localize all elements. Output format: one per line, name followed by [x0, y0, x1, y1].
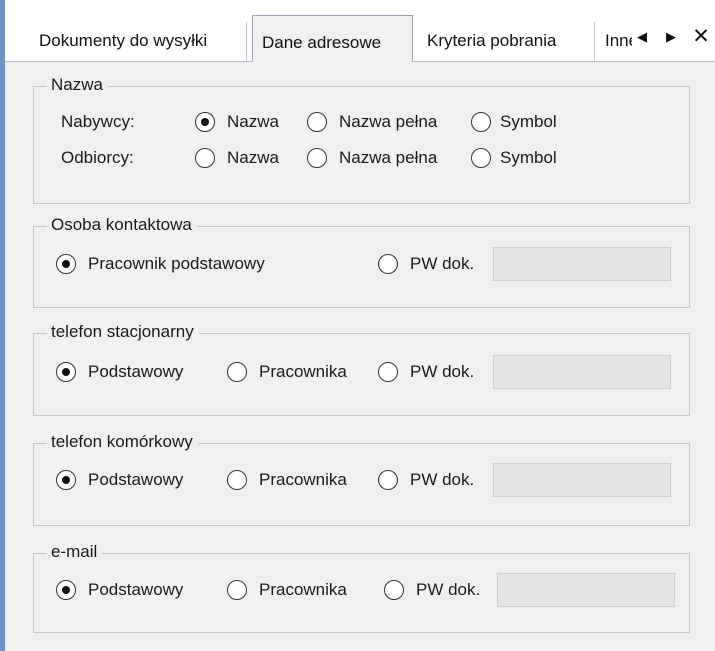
- tab-strip: Dokumenty do wysyłki Dane adresowe Kryte…: [5, 0, 715, 62]
- tab-scroll-right-button[interactable]: ▶: [660, 26, 682, 48]
- triangle-left-icon: ◀: [637, 29, 647, 44]
- tab-label: Dane adresowe: [262, 33, 382, 52]
- group-legend: e-mail: [47, 539, 103, 565]
- tab-dokumenty-do-wysylki[interactable]: Dokumenty do wysyłki: [30, 22, 216, 61]
- osoba-pw-dok-field[interactable]: [493, 247, 671, 281]
- group-legend: Nazwa: [47, 72, 108, 98]
- tab-scroll-left-button[interactable]: ◀: [631, 26, 653, 48]
- radio-label[interactable]: Nazwa pełna: [339, 145, 437, 171]
- komorkowy-pw-dok-field[interactable]: [493, 463, 671, 497]
- radio-label[interactable]: Symbol: [500, 145, 557, 171]
- tab-label: Inne: [605, 31, 632, 50]
- odbiorcy-nazwa-radio[interactable]: [195, 148, 215, 168]
- group-legend: telefon komórkowy: [47, 429, 198, 455]
- odbiorcy-label: Odbiorcy:: [61, 148, 134, 167]
- radio-label[interactable]: PW dok.: [410, 359, 474, 385]
- tab-kryteria-pobrania[interactable]: Kryteria pobrania: [418, 22, 565, 61]
- radio-label[interactable]: Podstawowy: [88, 577, 183, 603]
- close-icon: ✕: [692, 25, 710, 48]
- radio-label[interactable]: Pracownika: [259, 577, 347, 603]
- email-podstawowy-radio[interactable]: [56, 580, 76, 600]
- stacjonarny-pracownika-radio[interactable]: [227, 362, 247, 382]
- stacjonarny-podstawowy-radio[interactable]: [56, 362, 76, 382]
- radio-label[interactable]: Pracownika: [259, 467, 347, 493]
- tab-inne[interactable]: Inne: [596, 22, 632, 61]
- tab-dane-adresowe[interactable]: Dane adresowe: [252, 15, 413, 62]
- group-legend: Osoba kontaktowa: [47, 212, 197, 238]
- odbiorcy-symbol-radio[interactable]: [471, 148, 491, 168]
- komorkowy-pracownika-radio[interactable]: [227, 470, 247, 490]
- email-pw-dok-radio[interactable]: [384, 580, 404, 600]
- group-email: e-mail Podstawowy Pracownika PW dok.: [33, 539, 690, 633]
- address-data-panel: Dokumenty do wysyłki Dane adresowe Kryte…: [0, 0, 715, 651]
- radio-label[interactable]: Pracownik podstawowy: [88, 251, 265, 277]
- nabywcy-label: Nabywcy:: [61, 112, 135, 131]
- radio-label[interactable]: PW dok.: [410, 467, 474, 493]
- nabywcy-nazwa-pelna-radio[interactable]: [307, 112, 327, 132]
- osoba-pw-dok-radio[interactable]: [378, 254, 398, 274]
- stacjonarny-pw-dok-radio[interactable]: [378, 362, 398, 382]
- radio-label[interactable]: Nazwa: [227, 145, 279, 171]
- tab-separator: [246, 22, 247, 61]
- radio-label[interactable]: Nazwa: [227, 109, 279, 135]
- email-pw-dok-field[interactable]: [497, 573, 675, 607]
- email-pracownika-radio[interactable]: [227, 580, 247, 600]
- nabywcy-symbol-radio[interactable]: [471, 112, 491, 132]
- tab-separator: [594, 22, 595, 61]
- komorkowy-podstawowy-radio[interactable]: [56, 470, 76, 490]
- stacjonarny-pw-dok-field[interactable]: [493, 355, 671, 389]
- tab-label: Kryteria pobrania: [427, 31, 557, 50]
- group-legend: telefon stacjonarny: [47, 319, 199, 345]
- group-telefon-stacjonarny: telefon stacjonarny Podstawowy Pracownik…: [33, 319, 690, 416]
- nabywcy-nazwa-radio[interactable]: [195, 112, 215, 132]
- group-osoba-kontaktowa: Osoba kontaktowa Pracownik podstawowy PW…: [33, 212, 690, 308]
- radio-label[interactable]: Podstawowy: [88, 359, 183, 385]
- radio-label[interactable]: PW dok.: [416, 577, 480, 603]
- radio-label[interactable]: Pracownika: [259, 359, 347, 385]
- tab-close-button[interactable]: ✕: [690, 26, 712, 48]
- radio-label[interactable]: PW dok.: [410, 251, 474, 277]
- radio-label[interactable]: Symbol: [500, 109, 557, 135]
- radio-label[interactable]: Podstawowy: [88, 467, 183, 493]
- group-nazwa: Nazwa Nabywcy: Nazwa Nazwa pełna Symbol …: [33, 72, 690, 204]
- odbiorcy-nazwa-pelna-radio[interactable]: [307, 148, 327, 168]
- group-telefon-komorkowy: telefon komórkowy Podstawowy Pracownika …: [33, 429, 690, 526]
- tab-label: Dokumenty do wysyłki: [39, 31, 208, 50]
- osoba-pracownik-podstawowy-radio[interactable]: [56, 254, 76, 274]
- radio-label[interactable]: Nazwa pełna: [339, 109, 437, 135]
- komorkowy-pw-dok-radio[interactable]: [378, 470, 398, 490]
- triangle-right-icon: ▶: [666, 29, 676, 44]
